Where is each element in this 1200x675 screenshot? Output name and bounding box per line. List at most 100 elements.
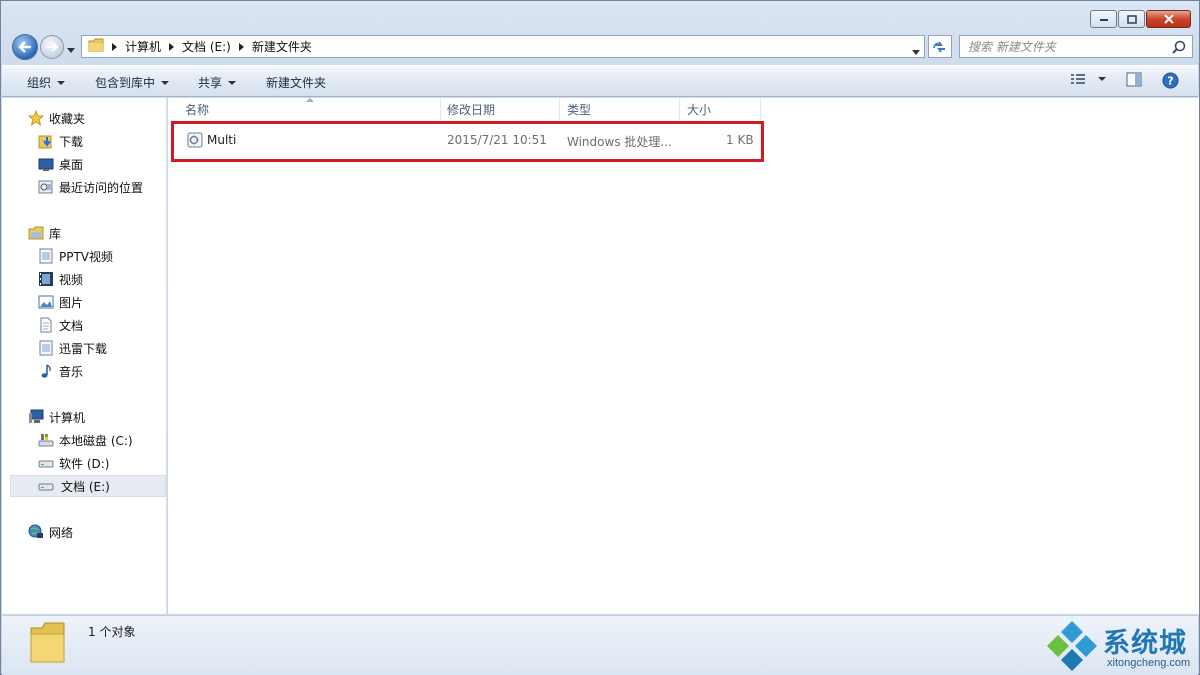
nav-item-label: 文档 (E:) bbox=[61, 479, 110, 494]
minimize-icon bbox=[1099, 19, 1108, 21]
chevron-down-icon bbox=[228, 80, 237, 85]
breadcrumb-computer[interactable]: 计算机 bbox=[121, 36, 165, 57]
folder-large-icon bbox=[28, 620, 68, 669]
file-list: 名称 修改日期 类型 大小 Multi 2015/7/21 10:51 Wind… bbox=[168, 98, 1199, 614]
chevron-down-icon bbox=[912, 50, 920, 55]
navigation-pane: 收藏夹 下载 桌面 最近访问的位置 库 PPTV视频 视频 图片 文档 迅雷下载… bbox=[2, 98, 167, 614]
recent-pages-dropdown[interactable] bbox=[67, 42, 75, 56]
nav-item-recent-places[interactable]: 最近访问的位置 bbox=[38, 177, 143, 197]
breadcrumb-separator[interactable] bbox=[108, 42, 121, 51]
breadcrumb-separator[interactable] bbox=[165, 42, 178, 51]
nav-network[interactable]: 网络 bbox=[28, 522, 73, 542]
column-header-name[interactable]: 名称 bbox=[178, 98, 441, 120]
nav-item-thunder-downloads[interactable]: 迅雷下载 bbox=[38, 338, 107, 358]
forward-button[interactable] bbox=[40, 35, 64, 59]
nav-item-label: 软件 (D:) bbox=[59, 456, 110, 471]
search-input[interactable] bbox=[968, 36, 1168, 57]
address-history-dropdown[interactable] bbox=[912, 44, 920, 58]
column-header-size[interactable]: 大小 bbox=[680, 98, 761, 120]
video-icon bbox=[38, 271, 54, 287]
help-button[interactable]: ? bbox=[1162, 72, 1179, 89]
nav-item-label: 图片 bbox=[59, 295, 84, 310]
drive-icon bbox=[38, 478, 54, 494]
back-button[interactable] bbox=[12, 34, 38, 60]
column-header-type[interactable]: 类型 bbox=[560, 98, 680, 120]
picture-icon bbox=[38, 294, 54, 310]
nav-item-drive-d[interactable]: 软件 (D:) bbox=[38, 453, 109, 473]
nav-item-label: PPTV视频 bbox=[59, 249, 114, 264]
details-pane: 1 个对象 系统城 xitongcheng.com bbox=[2, 615, 1198, 675]
arrow-right-icon bbox=[47, 42, 58, 52]
breadcrumb-separator[interactable] bbox=[235, 42, 248, 51]
column-header-label: 大小 bbox=[687, 102, 712, 117]
computer-icon bbox=[28, 409, 44, 425]
nav-item-downloads[interactable]: 下载 bbox=[38, 131, 83, 151]
nav-libraries[interactable]: 库 bbox=[28, 223, 61, 243]
star-icon bbox=[28, 110, 44, 126]
minimize-button[interactable] bbox=[1090, 10, 1117, 28]
preview-pane-button[interactable] bbox=[1126, 72, 1142, 87]
chevron-down-icon bbox=[57, 80, 66, 85]
chevron-down-icon bbox=[161, 80, 170, 85]
watermark-logo: 系统城 xitongcheng.com bbox=[1045, 619, 1199, 673]
caption-buttons bbox=[1089, 10, 1191, 28]
svg-text:?: ? bbox=[1167, 75, 1173, 88]
diamond-logo-icon bbox=[1047, 621, 1097, 671]
recent-places-icon bbox=[38, 179, 54, 195]
organize-menu-button[interactable]: 组织 bbox=[27, 74, 66, 91]
column-header-date-modified[interactable]: 修改日期 bbox=[440, 98, 560, 120]
share-label: 共享 bbox=[198, 76, 223, 90]
folder-icon bbox=[88, 38, 104, 55]
include-in-library-button[interactable]: 包含到库中 bbox=[95, 74, 170, 91]
details-view-icon bbox=[1071, 74, 1085, 84]
library-folder-icon bbox=[38, 340, 54, 356]
maximize-button[interactable] bbox=[1118, 10, 1145, 28]
drive-icon bbox=[38, 455, 54, 471]
system-drive-icon bbox=[38, 432, 54, 448]
column-header-label: 修改日期 bbox=[447, 102, 496, 117]
include-in-library-label: 包含到库中 bbox=[95, 76, 156, 90]
music-icon bbox=[38, 363, 54, 379]
nav-item-drive-c[interactable]: 本地磁盘 (C:) bbox=[38, 430, 133, 450]
nav-item-pptv-videos[interactable]: PPTV视频 bbox=[38, 246, 113, 266]
breadcrumb-drive-e[interactable]: 文档 (E:) bbox=[178, 36, 235, 57]
refresh-icon bbox=[933, 40, 945, 53]
new-folder-button[interactable]: 新建文件夹 bbox=[266, 74, 326, 91]
nav-item-music[interactable]: 音乐 bbox=[38, 361, 83, 381]
desktop-icon bbox=[38, 156, 54, 172]
download-folder-icon bbox=[38, 133, 54, 149]
organize-label: 组织 bbox=[27, 76, 52, 90]
share-button[interactable]: 共享 bbox=[198, 74, 237, 91]
nav-item-desktop[interactable]: 桌面 bbox=[38, 154, 83, 174]
nav-item-pictures[interactable]: 图片 bbox=[38, 292, 83, 312]
library-icon bbox=[28, 225, 44, 241]
change-view-button[interactable] bbox=[1070, 72, 1106, 86]
close-button[interactable] bbox=[1146, 10, 1191, 28]
nav-favorites-label: 收藏夹 bbox=[49, 111, 86, 126]
breadcrumb-new-folder[interactable]: 新建文件夹 bbox=[248, 36, 316, 57]
network-icon bbox=[28, 524, 44, 540]
help-icon: ? bbox=[1162, 72, 1179, 89]
library-folder-icon bbox=[38, 248, 54, 264]
nav-item-documents[interactable]: 文档 bbox=[38, 315, 83, 335]
nav-item-label: 本地磁盘 (C:) bbox=[59, 433, 133, 448]
nav-item-label: 音乐 bbox=[59, 364, 84, 379]
refresh-button[interactable] bbox=[928, 35, 952, 58]
nav-computer[interactable]: 计算机 bbox=[28, 407, 85, 427]
search-box[interactable] bbox=[959, 35, 1193, 58]
document-icon bbox=[38, 317, 54, 333]
command-bar: 组织 包含到库中 共享 新建文件夹 ? bbox=[2, 65, 1198, 97]
column-header-label: 类型 bbox=[567, 102, 592, 117]
search-icon[interactable] bbox=[1172, 40, 1186, 57]
maximize-icon bbox=[1126, 14, 1137, 24]
address-bar[interactable]: 计算机 文档 (E:) 新建文件夹 bbox=[81, 35, 925, 58]
explorer-window: 计算机 文档 (E:) 新建文件夹 组织 bbox=[0, 0, 1200, 675]
nav-item-label: 桌面 bbox=[59, 157, 84, 172]
nav-item-label: 最近访问的位置 bbox=[59, 180, 144, 195]
nav-favorites[interactable]: 收藏夹 bbox=[28, 108, 85, 128]
chevron-down-icon[interactable] bbox=[1098, 77, 1106, 81]
nav-item-label: 视频 bbox=[59, 272, 84, 287]
nav-item-drive-e[interactable]: 文档 (E:) bbox=[10, 475, 166, 497]
nav-item-videos[interactable]: 视频 bbox=[38, 269, 83, 289]
column-header-label: 名称 bbox=[185, 102, 210, 117]
